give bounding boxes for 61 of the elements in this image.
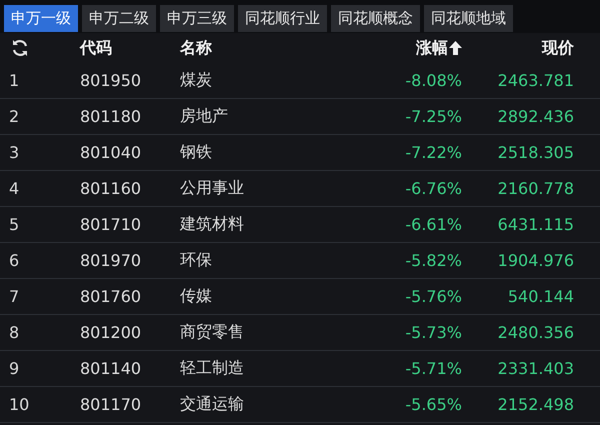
row-number: 7	[8, 287, 20, 306]
code-cell-text: 801970	[80, 251, 142, 270]
change-cell: -7.22%	[405, 143, 462, 162]
row-number: 2	[8, 107, 20, 126]
name-cell-text: 煤炭	[180, 70, 213, 91]
code-cell-text: 801710	[80, 215, 142, 234]
category-tab[interactable]: 申万二级	[82, 5, 156, 32]
code-cell-text: 801040	[80, 143, 142, 162]
change-cell: -5.73%	[405, 323, 462, 342]
price-cell: 2331.403	[498, 359, 574, 378]
category-tab[interactable]: 申万三级	[160, 5, 234, 32]
row-number: 4	[8, 179, 20, 198]
name-cell-text: 轻工制造	[180, 358, 245, 379]
category-tab[interactable]: 同花顺行业	[238, 5, 327, 32]
name-cell-text: 钢铁	[180, 142, 213, 163]
row-number: 5	[8, 215, 20, 234]
price-cell: 2480.356	[498, 323, 574, 342]
change-cell: -5.71%	[405, 359, 462, 378]
name-cell-text: 交通运输	[180, 394, 245, 415]
name-cell-text: 房地产	[180, 106, 229, 127]
code-cell-text: 801950	[80, 71, 142, 90]
price-cell: 1904.976	[498, 251, 574, 270]
price-cell: 2463.781	[498, 71, 574, 90]
change-cell: -5.76%	[405, 287, 462, 306]
price-cell: 2152.498	[498, 395, 574, 414]
column-header[interactable]: 涨幅	[416, 38, 448, 58]
change-cell: -8.08%	[405, 71, 462, 90]
refresh-icon[interactable]	[10, 38, 30, 58]
code-cell-text: 801760	[80, 287, 142, 306]
category-tab[interactable]: 同花顺概念	[331, 5, 420, 32]
change-cell: -5.82%	[405, 251, 462, 270]
name-cell-text: 环保	[180, 250, 213, 271]
name-cell-text: 传媒	[180, 286, 213, 307]
name-cell-text: 建筑材料	[180, 214, 245, 235]
row-number: 9	[8, 359, 20, 378]
row-number: 6	[8, 251, 20, 270]
row-number: 8	[8, 323, 20, 342]
price-cell: 2892.436	[498, 107, 574, 126]
price-cell: 2518.305	[498, 143, 574, 162]
category-tab[interactable]: 申万一级	[4, 5, 78, 32]
row-number: 3	[8, 143, 20, 162]
change-cell: -7.25%	[405, 107, 462, 126]
code-cell-text: 801200	[80, 323, 142, 342]
change-cell: -5.65%	[405, 395, 462, 414]
price-cell: 2160.778	[498, 179, 574, 198]
code-cell-text: 801180	[80, 107, 142, 126]
row-number: 1	[8, 71, 20, 90]
price-cell: 540.144	[508, 287, 574, 306]
row-number: 10	[8, 395, 30, 414]
change-cell: -6.61%	[405, 215, 462, 234]
category-tab[interactable]: 同花顺地域	[424, 5, 513, 32]
column-header[interactable]: 现价	[542, 38, 574, 58]
code-cell-text: 801170	[80, 395, 142, 414]
change-cell: -6.76%	[405, 179, 462, 198]
column-header[interactable]: 代码	[80, 38, 180, 58]
name-cell-text: 商贸零售	[180, 322, 245, 343]
column-header[interactable]: 名称	[180, 38, 372, 58]
code-cell-text: 801140	[80, 359, 142, 378]
code-cell-text: 801160	[80, 179, 142, 198]
price-cell: 6431.115	[498, 215, 574, 234]
name-cell-text: 公用事业	[180, 178, 245, 199]
